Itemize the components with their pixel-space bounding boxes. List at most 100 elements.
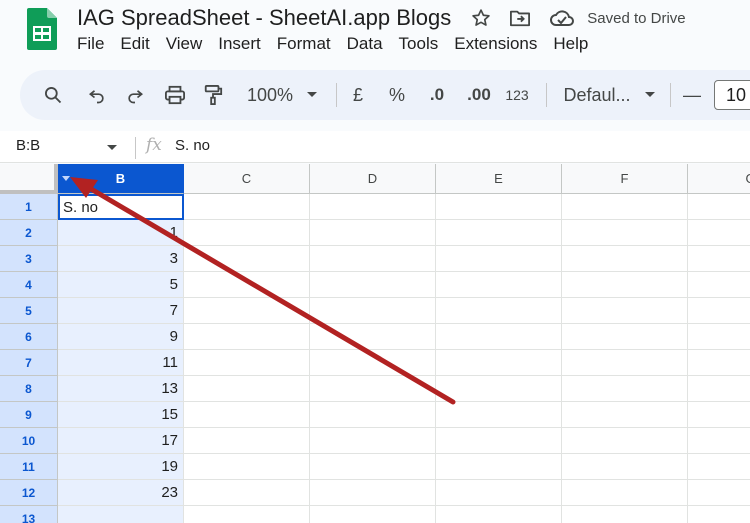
table-cell[interactable]	[310, 246, 436, 272]
table-cell[interactable]	[436, 480, 562, 506]
percent-format-button[interactable]: %	[384, 70, 410, 120]
table-cell[interactable]	[310, 220, 436, 246]
table-cell[interactable]: 23	[58, 480, 184, 506]
table-cell[interactable]: 1	[58, 220, 184, 246]
move-folder-icon[interactable]	[509, 8, 531, 28]
table-cell[interactable]	[310, 324, 436, 350]
table-cell[interactable]	[310, 480, 436, 506]
table-cell[interactable]	[436, 194, 562, 220]
table-cell[interactable]	[436, 350, 562, 376]
select-all-corner[interactable]	[0, 164, 58, 194]
table-cell[interactable]: 17	[58, 428, 184, 454]
table-cell[interactable]	[562, 376, 688, 402]
table-cell[interactable]	[310, 298, 436, 324]
table-cell[interactable]	[310, 428, 436, 454]
table-cell[interactable]	[310, 350, 436, 376]
row-header[interactable]: 7	[0, 350, 58, 376]
search-menus-button[interactable]	[38, 70, 68, 120]
table-cell[interactable]: 13	[58, 376, 184, 402]
menu-help[interactable]: Help	[553, 34, 597, 54]
table-cell[interactable]: 7	[58, 298, 184, 324]
table-cell[interactable]	[184, 402, 310, 428]
table-cell[interactable]: 19	[58, 454, 184, 480]
formula-input[interactable]: S. no	[175, 137, 210, 154]
table-cell[interactable]	[184, 220, 310, 246]
row-header[interactable]: 13	[0, 506, 58, 523]
decrease-decimal-button[interactable]: .0	[422, 70, 452, 120]
font-size-input[interactable]: 10	[714, 80, 750, 110]
table-cell[interactable]	[562, 480, 688, 506]
table-cell[interactable]	[562, 324, 688, 350]
menu-edit[interactable]: Edit	[120, 34, 158, 54]
row-header[interactable]: 10	[0, 428, 58, 454]
table-cell[interactable]	[184, 350, 310, 376]
table-cell[interactable]	[436, 324, 562, 350]
table-cell[interactable]	[688, 506, 750, 523]
table-cell[interactable]	[562, 350, 688, 376]
table-cell[interactable]	[688, 454, 750, 480]
table-cell[interactable]	[184, 272, 310, 298]
menu-format[interactable]: Format	[277, 34, 340, 54]
name-box[interactable]: B:B	[16, 137, 40, 154]
table-cell[interactable]	[436, 402, 562, 428]
table-cell[interactable]	[688, 376, 750, 402]
column-header-f[interactable]: F	[562, 164, 688, 194]
table-cell[interactable]	[184, 506, 310, 523]
table-cell[interactable]	[310, 272, 436, 298]
table-cell[interactable]	[184, 324, 310, 350]
menu-insert[interactable]: Insert	[218, 34, 270, 54]
table-cell[interactable]: 11	[58, 350, 184, 376]
table-cell[interactable]	[688, 428, 750, 454]
table-cell[interactable]	[184, 246, 310, 272]
document-title[interactable]: IAG SpreadSheet - SheetAI.app Blogs	[77, 5, 451, 31]
row-header[interactable]: 12	[0, 480, 58, 506]
font-dropdown[interactable]	[640, 70, 660, 120]
table-cell[interactable]	[688, 480, 750, 506]
column-header-d[interactable]: D	[310, 164, 436, 194]
table-cell[interactable]	[436, 272, 562, 298]
table-cell[interactable]	[436, 220, 562, 246]
active-cell[interactable]: S. no	[58, 194, 184, 220]
menu-view[interactable]: View	[166, 34, 212, 54]
cloud-saved-icon[interactable]	[549, 8, 575, 28]
menu-data[interactable]: Data	[347, 34, 392, 54]
table-cell[interactable]	[436, 428, 562, 454]
row-header[interactable]: 4	[0, 272, 58, 298]
table-cell[interactable]: 5	[58, 272, 184, 298]
table-cell[interactable]	[436, 506, 562, 523]
table-cell[interactable]	[184, 376, 310, 402]
redo-button[interactable]	[120, 70, 150, 120]
row-header[interactable]: 8	[0, 376, 58, 402]
table-cell[interactable]	[310, 506, 436, 523]
table-cell[interactable]: 15	[58, 402, 184, 428]
table-cell[interactable]	[688, 298, 750, 324]
table-cell[interactable]	[562, 454, 688, 480]
sheets-logo-icon[interactable]	[27, 8, 57, 50]
table-cell[interactable]	[184, 194, 310, 220]
table-cell[interactable]	[436, 454, 562, 480]
row-header[interactable]: 3	[0, 246, 58, 272]
table-cell[interactable]	[562, 298, 688, 324]
table-cell[interactable]: 3	[58, 246, 184, 272]
table-cell[interactable]	[310, 402, 436, 428]
undo-button[interactable]	[82, 70, 112, 120]
table-cell[interactable]: 9	[58, 324, 184, 350]
column-header-g[interactable]: G	[688, 164, 750, 194]
table-cell[interactable]	[436, 298, 562, 324]
star-icon[interactable]	[471, 8, 491, 28]
paint-format-button[interactable]	[198, 70, 228, 120]
menu-file[interactable]: File	[77, 34, 113, 54]
column-header-c[interactable]: C	[184, 164, 310, 194]
row-header[interactable]: 11	[0, 454, 58, 480]
row-header[interactable]: 2	[0, 220, 58, 246]
row-header[interactable]: 9	[0, 402, 58, 428]
table-cell[interactable]	[688, 350, 750, 376]
table-cell[interactable]	[436, 376, 562, 402]
table-cell[interactable]	[184, 298, 310, 324]
table-cell[interactable]	[562, 402, 688, 428]
table-cell[interactable]	[688, 220, 750, 246]
increase-decimal-button[interactable]: .00	[462, 70, 496, 120]
table-cell[interactable]	[436, 246, 562, 272]
number-format-button[interactable]: 123	[502, 70, 532, 120]
table-cell[interactable]	[688, 402, 750, 428]
